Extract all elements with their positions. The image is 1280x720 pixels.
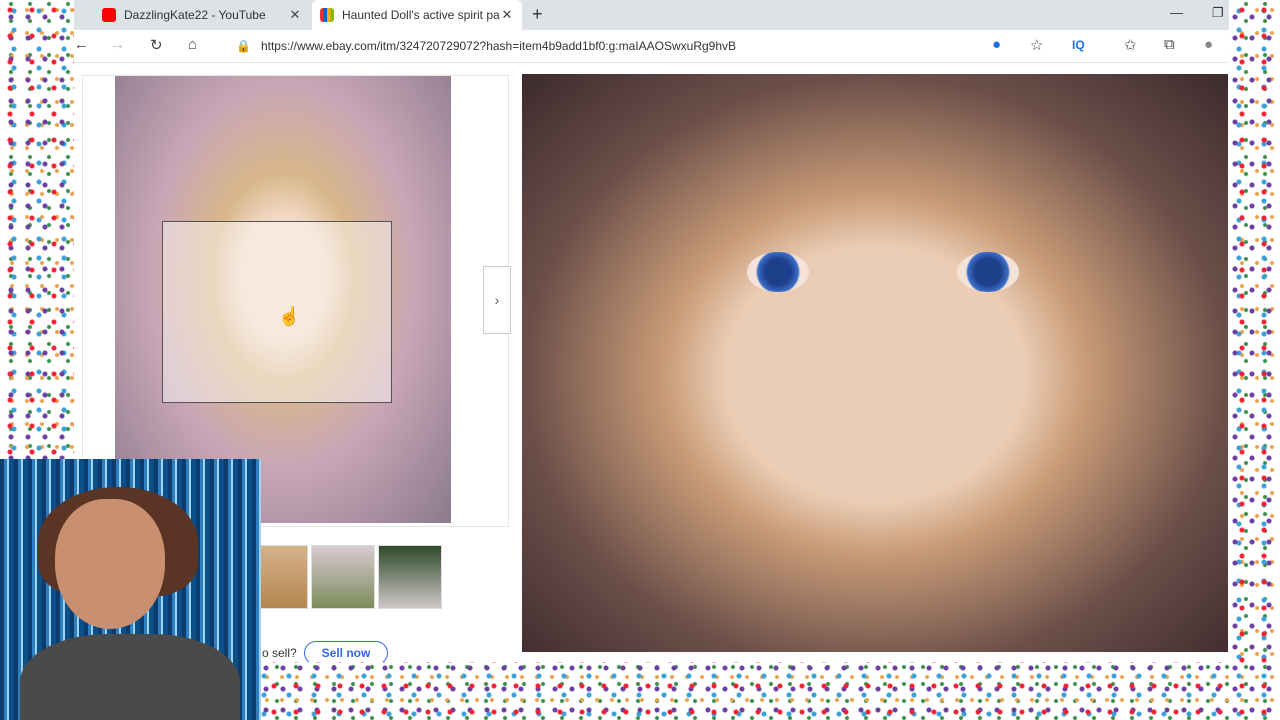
doll-eye [957, 252, 1019, 292]
iq-extension-icon[interactable]: IQ [1072, 38, 1085, 52]
thumbnail[interactable] [378, 545, 442, 609]
profile-icon[interactable]: ● [1204, 36, 1213, 53]
toolbar: ← → ↻ ⌂ 🔒 https://www.ebay.com/itm/32472… [74, 30, 1229, 63]
thumbnail-strip [244, 545, 445, 609]
sell-prompt: o sell? [262, 646, 297, 660]
zoom-lens[interactable] [162, 221, 392, 403]
new-tab-icon[interactable]: + [532, 4, 543, 25]
extension-icon[interactable]: ● [992, 36, 1001, 53]
tab-bar: DazzlingKate22 - YouTube ✕ Haunted Doll'… [74, 0, 1229, 30]
doll-eye [747, 252, 809, 292]
tab-title: DazzlingKate22 - YouTube [124, 8, 266, 22]
tab-title: Haunted Doll's active spirit para [342, 8, 500, 22]
zoomed-product-image [522, 74, 1228, 652]
tab-ebay[interactable]: Haunted Doll's active spirit para ✕ [312, 0, 522, 30]
close-icon[interactable]: ✕ [288, 7, 302, 23]
next-image-button[interactable]: › [483, 266, 511, 334]
favorite-add-icon[interactable]: ☆ [1030, 36, 1043, 54]
close-icon[interactable]: ✕ [500, 7, 514, 23]
collections-icon[interactable]: ⧉ [1164, 36, 1175, 53]
back-icon[interactable]: ← [74, 36, 89, 53]
tab-youtube[interactable]: DazzlingKate22 - YouTube ✕ [94, 0, 310, 30]
refresh-icon[interactable]: ↻ [150, 36, 163, 54]
restore-icon[interactable]: ❐ [1212, 5, 1224, 21]
url-text: https://www.ebay.com/itm/324720729072?ha… [260, 39, 737, 53]
chevron-right-icon: › [494, 292, 500, 308]
address-bar[interactable]: 🔒 https://www.ebay.com/itm/324720729072?… [222, 33, 992, 59]
home-icon[interactable]: ⌂ [188, 36, 197, 53]
thumbnail[interactable] [311, 545, 375, 609]
forward-icon[interactable]: → [110, 36, 125, 53]
youtube-icon [102, 8, 116, 22]
hand-cursor-icon: ☝ [278, 306, 301, 326]
minimize-icon[interactable]: — [1170, 5, 1183, 20]
avatar [55, 499, 165, 629]
sell-now-button[interactable]: Sell now [304, 641, 388, 662]
avatar-body [20, 634, 240, 720]
favorites-icon[interactable]: ✩ [1124, 36, 1137, 54]
ebay-icon [320, 8, 334, 22]
lock-icon: 🔒 [236, 39, 251, 53]
streamer-avatar-overlay [0, 459, 261, 720]
